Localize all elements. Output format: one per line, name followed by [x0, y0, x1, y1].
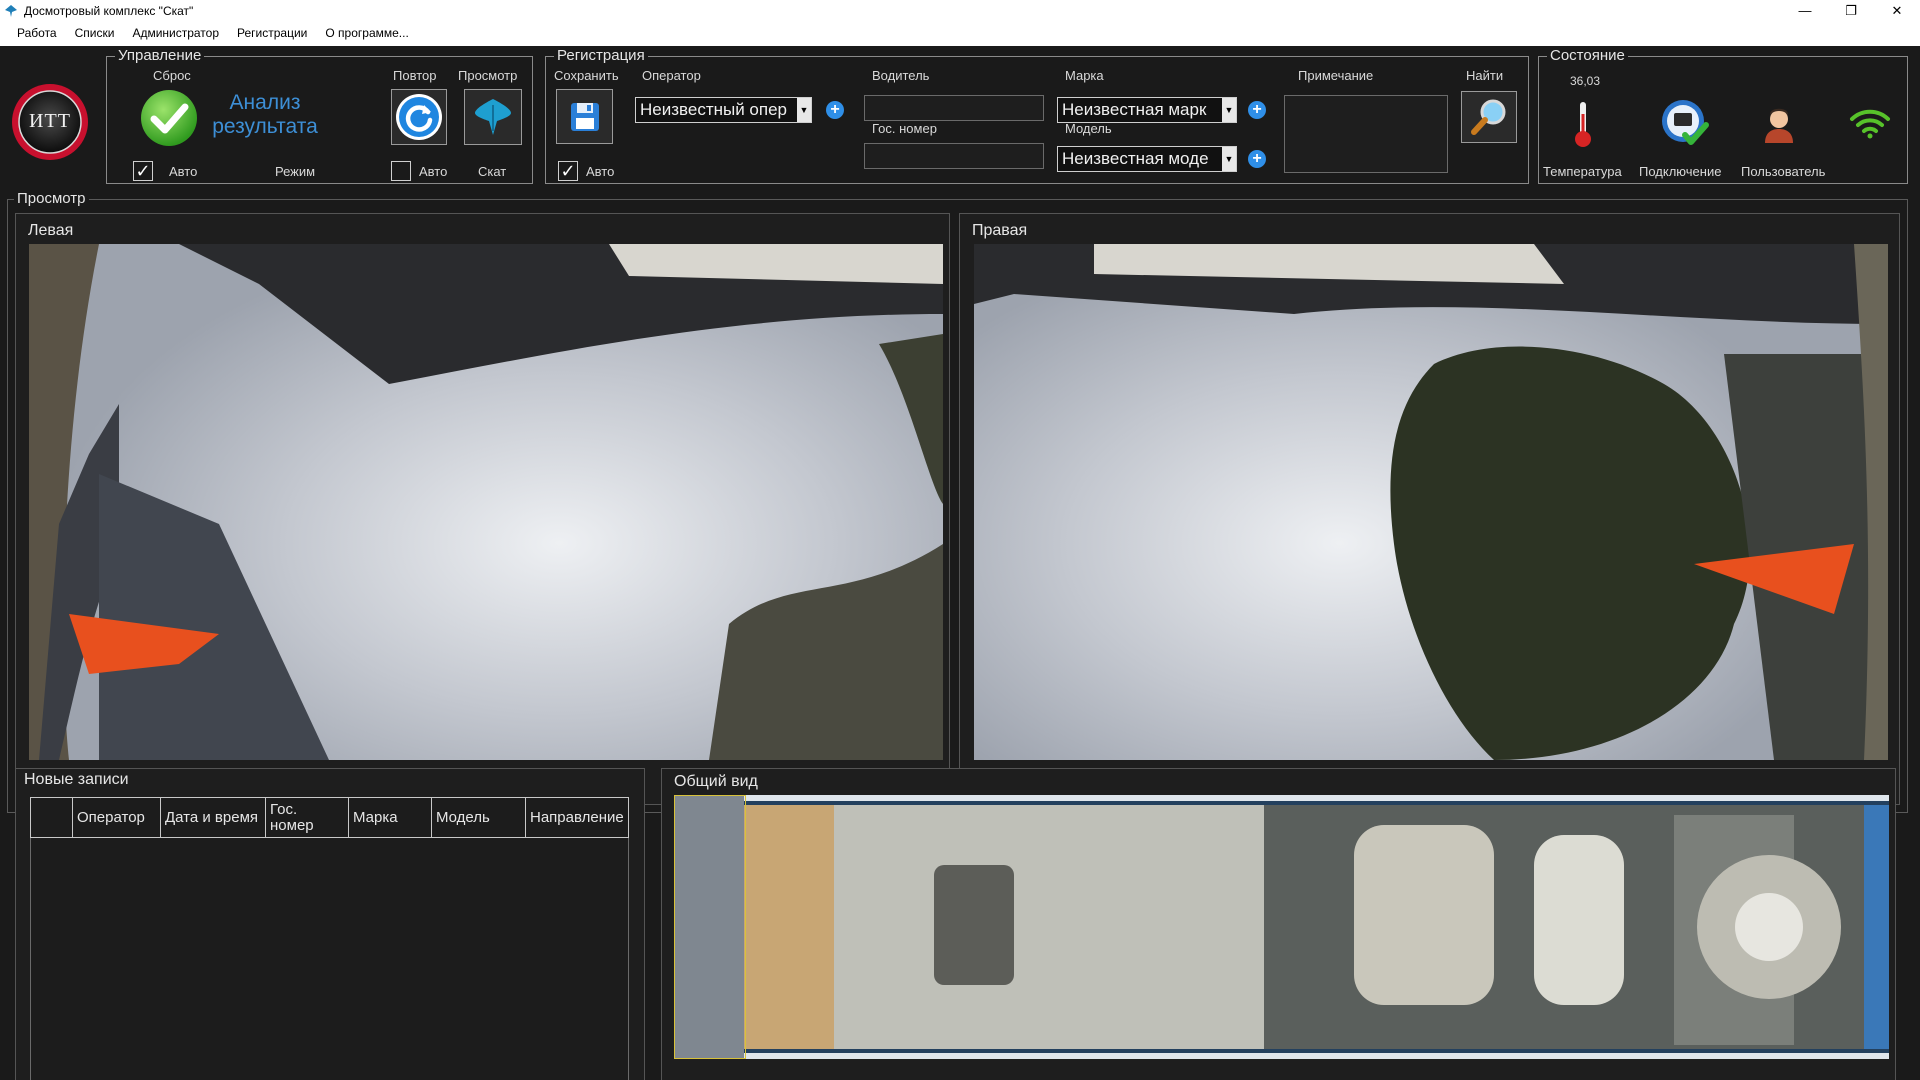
- menu-about[interactable]: О программе...: [316, 21, 417, 46]
- stingray-icon: [475, 99, 511, 135]
- overview-title: Общий вид: [674, 773, 758, 790]
- floppy-disk-icon: [570, 102, 599, 131]
- records-panel: Новые записи Оператор Дата и время Гос. …: [15, 768, 645, 1080]
- temperature-label: Температура: [1543, 164, 1622, 179]
- auto1-label: Авто: [169, 164, 198, 179]
- analysis-text-2: результата: [212, 115, 318, 138]
- chevron-down-icon: ▼: [1222, 147, 1236, 171]
- registration-group: Регистрация Сохранить ✓ Авто Оператор Не…: [545, 47, 1529, 184]
- column-header-select[interactable]: [30, 797, 73, 838]
- view-button[interactable]: [464, 89, 522, 145]
- records-header-row: Оператор Дата и время Гос. номер Марка М…: [30, 797, 629, 838]
- control-group: Управление Сброс Анализ результата Повто…: [106, 47, 533, 184]
- magnifier-icon: [1471, 99, 1506, 135]
- records-table: Оператор Дата и время Гос. номер Марка М…: [30, 797, 629, 838]
- minimize-button[interactable]: —: [1782, 0, 1828, 21]
- find-label: Найти: [1466, 68, 1504, 83]
- reset-button[interactable]: [140, 89, 198, 147]
- registration-auto-checkbox[interactable]: ✓: [558, 161, 578, 181]
- window-title: Досмотровый комплекс "Скат": [24, 3, 194, 18]
- overview-panel: Общий вид: [661, 768, 1896, 1080]
- column-header-plate[interactable]: Гос. номер: [265, 797, 349, 838]
- column-header-direction[interactable]: Направление: [525, 797, 629, 838]
- column-header-model[interactable]: Модель: [431, 797, 526, 838]
- status-legend: Состояние: [1547, 47, 1628, 64]
- wifi-signal-icon: [1850, 109, 1890, 139]
- save-button[interactable]: [556, 89, 613, 144]
- view-label: Просмотр: [458, 68, 518, 83]
- restore-button[interactable]: ❐: [1828, 0, 1874, 21]
- preview-legend: Просмотр: [14, 190, 89, 207]
- column-header-datetime[interactable]: Дата и время: [160, 797, 266, 838]
- temperature-value: 36,03: [1570, 74, 1601, 88]
- right-camera-panel: Правая: [959, 213, 1900, 805]
- note-field[interactable]: [1284, 95, 1448, 173]
- close-button[interactable]: ✕: [1874, 0, 1920, 21]
- operator-label: Оператор: [642, 68, 701, 83]
- refresh-icon: [396, 94, 442, 140]
- auto1-checkbox[interactable]: ✓: [133, 161, 153, 181]
- left-camera-image[interactable]: [29, 244, 943, 760]
- brand-label: Марка: [1065, 68, 1104, 83]
- overview-position-marker[interactable]: [674, 795, 746, 1059]
- driver-field[interactable]: [864, 95, 1044, 121]
- auto2-label: Авто: [419, 164, 448, 179]
- menu-bar: Работа Списки Администратор Регистрации …: [0, 21, 1920, 46]
- connection-check-icon: [1662, 100, 1709, 145]
- right-camera-image[interactable]: [974, 244, 1888, 760]
- plate-field[interactable]: [864, 143, 1044, 169]
- connection-label: Подключение: [1639, 164, 1722, 179]
- model-value: Неизвестная моде: [1062, 149, 1209, 168]
- save-label: Сохранить: [554, 68, 619, 83]
- thermometer-icon: [1575, 102, 1591, 147]
- model-label: Модель: [1065, 121, 1112, 136]
- reset-label: Сброс: [153, 68, 191, 83]
- registration-auto-label: Авто: [586, 164, 615, 179]
- user-label: Пользователь: [1741, 164, 1826, 179]
- title-bar: Досмотровый комплекс "Скат" — ❐ ✕: [0, 0, 1920, 21]
- plate-label: Гос. номер: [872, 121, 937, 136]
- records-table-area[interactable]: [30, 797, 629, 1080]
- checkmark-icon: [141, 90, 197, 146]
- status-group: Состояние 36,03 Температура Подключение …: [1538, 47, 1908, 184]
- user-icon: [1765, 108, 1793, 143]
- add-operator-plus-icon[interactable]: +: [826, 101, 844, 119]
- repeat-button[interactable]: [391, 89, 447, 145]
- records-title: Новые записи: [24, 771, 129, 788]
- skat-label: Скат: [478, 164, 507, 179]
- auto2-checkbox[interactable]: [391, 161, 411, 181]
- brand-value: Неизвестная марк: [1062, 100, 1207, 119]
- logo: ИТТ: [10, 82, 90, 162]
- add-model-plus-icon[interactable]: +: [1248, 150, 1266, 168]
- menu-registrations[interactable]: Регистрации: [228, 21, 316, 46]
- chevron-down-icon: ▼: [1222, 98, 1236, 122]
- chevron-down-icon: ▼: [797, 98, 811, 122]
- model-select[interactable]: Неизвестная моде ▼: [1057, 146, 1237, 172]
- mode-label: Режим: [275, 164, 316, 179]
- app-body: ИТТ Управление Сброс Анализ результата П…: [0, 46, 1920, 1080]
- find-button[interactable]: [1461, 91, 1517, 143]
- add-brand-plus-icon[interactable]: +: [1248, 101, 1266, 119]
- brand-select[interactable]: Неизвестная марк ▼: [1057, 97, 1237, 123]
- column-header-operator[interactable]: Оператор: [72, 797, 161, 838]
- menu-work[interactable]: Работа: [8, 21, 66, 46]
- driver-label: Водитель: [872, 68, 930, 83]
- right-camera-title: Правая: [972, 222, 1028, 239]
- registration-legend: Регистрация: [554, 47, 648, 64]
- note-label: Примечание: [1298, 68, 1374, 83]
- repeat-label: Повтор: [393, 68, 437, 83]
- app-stingray-icon: [5, 4, 17, 17]
- analysis-text-1: Анализ: [229, 91, 301, 114]
- operator-value: Неизвестный опер: [640, 100, 787, 119]
- menu-admin[interactable]: Администратор: [123, 21, 228, 46]
- control-legend: Управление: [115, 47, 205, 64]
- operator-select[interactable]: Неизвестный опер ▼: [635, 97, 812, 123]
- left-camera-panel: Левая: [15, 213, 950, 805]
- overview-image[interactable]: [674, 795, 1889, 1059]
- column-header-brand[interactable]: Марка: [348, 797, 432, 838]
- menu-lists[interactable]: Списки: [66, 21, 124, 46]
- left-camera-title: Левая: [28, 222, 74, 239]
- logo-text: ИТТ: [29, 110, 71, 132]
